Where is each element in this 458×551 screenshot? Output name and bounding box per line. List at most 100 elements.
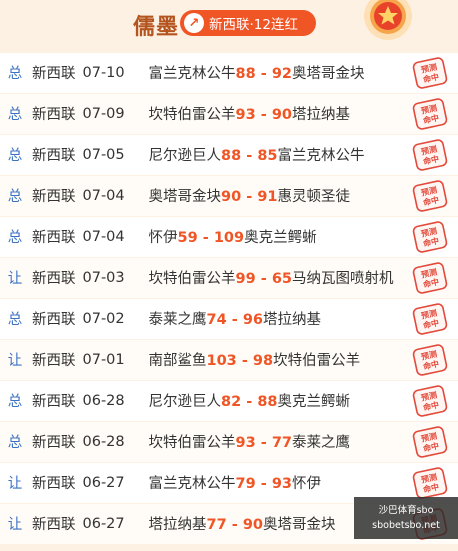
away-team: 塔拉纳基 — [263, 312, 321, 329]
list-item[interactable]: 总新西联 07-04 怀伊59 - 109奥克兰鳄蜥 预测 命中 — [0, 217, 458, 257]
score-separator: - — [255, 66, 272, 83]
match-date: 07-09 — [82, 105, 125, 122]
score-separator: - — [226, 312, 243, 329]
home-team: 泰莱之鹰 — [148, 312, 207, 329]
list-item[interactable]: 让新西联 07-03 坎特伯雷公羊99 - 65马纳瓦图喷射机 预测 命中 — [0, 258, 458, 298]
prediction-list: 总新西联 07-10 富兰克林公牛88 - 92奥塔哥金块 预测 命中总新西联 07-09… — [0, 53, 458, 545]
league-label: 新西联 — [32, 230, 76, 247]
away-team: 马纳瓦图喷射机 — [292, 271, 394, 288]
score-separator: - — [197, 230, 214, 247]
bet-type-label: 总 — [7, 435, 23, 452]
streak-badge: ↗ 新西联·12连红 — [180, 10, 316, 36]
home-score: 79 — [235, 476, 256, 493]
bet-type-label: 总 — [7, 230, 23, 247]
league-label: 新西联 — [32, 435, 76, 452]
away-score: 88 — [257, 394, 278, 411]
header: 儒墨 ↗ 新西联·12连红 — [0, 0, 458, 50]
away-team: 泰莱之鹰 — [292, 435, 350, 452]
home-team: 坎特伯雷公羊 — [148, 435, 236, 452]
home-team: 奥塔哥金块 — [148, 189, 222, 206]
score-separator: - — [255, 107, 272, 124]
away-score: 92 — [271, 66, 292, 83]
match-date: 06-28 — [82, 433, 125, 450]
list-item[interactable]: 总新西联 07-05 尼尔逊巨人88 - 85富兰克林公牛 预测 命中 — [0, 135, 458, 175]
score-separator: - — [255, 435, 272, 452]
away-score: 77 — [271, 435, 292, 452]
away-score: 91 — [257, 189, 278, 206]
league-label: 新西联 — [32, 517, 76, 534]
home-score: 99 — [235, 271, 256, 288]
home-team: 坎特伯雷公羊 — [148, 271, 236, 288]
away-score: 90 — [271, 107, 292, 124]
league-label: 新西联 — [32, 66, 76, 83]
match-summary: 富兰克林公牛79 - 93怀伊 — [149, 472, 322, 493]
score-separator: - — [255, 476, 272, 493]
away-team: 奥塔哥金块 — [292, 66, 365, 83]
score-separator: - — [241, 148, 258, 165]
match-date: 06-27 — [82, 474, 125, 491]
medal-star-icon — [364, 0, 412, 40]
match-date: 07-01 — [82, 351, 125, 368]
away-team: 塔拉纳基 — [292, 107, 350, 124]
league-label: 新西联 — [32, 271, 76, 288]
away-score: 85 — [257, 148, 278, 165]
score-separator: - — [255, 271, 272, 288]
bet-type-label: 总 — [7, 394, 23, 411]
bet-type-label: 让 — [7, 476, 23, 493]
list-item[interactable]: 总新西联 06-28 坎特伯雷公羊93 - 77泰莱之鹰 预测 命中 — [0, 422, 458, 462]
match-summary: 尼尔逊巨人82 - 88奥克兰鳄蜥 — [149, 390, 351, 411]
home-score: 77 — [206, 517, 227, 534]
score-separator: - — [236, 353, 253, 370]
match-date: 06-27 — [82, 515, 125, 532]
list-item[interactable]: 总新西联 07-04 奥塔哥金块90 - 91惠灵顿圣徒 预测 命中 — [0, 176, 458, 216]
match-date: 07-04 — [82, 187, 125, 204]
hit-stamp-icon: 预测命中 — [412, 344, 448, 376]
hit-stamp-icon: 预测命中 — [412, 426, 448, 458]
home-team: 富兰克林公牛 — [148, 66, 236, 83]
league-label: 新西联 — [32, 312, 76, 329]
match-summary: 坎特伯雷公羊99 - 65马纳瓦图喷射机 — [149, 267, 394, 288]
away-score: 98 — [252, 353, 274, 370]
away-score: 93 — [271, 476, 292, 493]
match-summary: 富兰克林公牛88 - 92奥塔哥金块 — [149, 62, 365, 83]
match-summary: 泰莱之鹰74 - 96塔拉纳基 — [149, 308, 322, 329]
home-team: 塔拉纳基 — [148, 517, 207, 534]
home-score: 59 — [177, 230, 198, 247]
away-score: 65 — [271, 271, 292, 288]
away-team: 富兰克林公牛 — [277, 148, 365, 165]
league-label: 新西联 — [32, 107, 76, 124]
list-item[interactable]: 总新西联 07-02 泰莱之鹰74 - 96塔拉纳基 预测 命中 — [0, 299, 458, 339]
bet-type-label: 总 — [7, 189, 23, 206]
away-team: 怀伊 — [292, 476, 321, 493]
home-score: 82 — [221, 394, 242, 411]
match-summary: 坎特伯雷公羊93 - 77泰莱之鹰 — [149, 431, 351, 452]
home-score: 93 — [235, 107, 256, 124]
home-score: 88 — [235, 66, 256, 83]
match-summary: 怀伊59 - 109奥克兰鳄蜥 — [149, 226, 317, 247]
home-score: 74 — [206, 312, 227, 329]
away-team: 惠灵顿圣徒 — [277, 189, 351, 206]
match-date: 07-03 — [82, 269, 125, 286]
expert-name: 儒墨 — [133, 15, 180, 40]
list-item[interactable]: 总新西联 06-28 尼尔逊巨人82 - 88奥克兰鳄蜥 预测 命中 — [0, 381, 458, 421]
match-summary: 塔拉纳基77 - 90奥塔哥金块 — [149, 513, 336, 534]
league-label: 新西联 — [32, 189, 76, 206]
bet-type-label: 总 — [7, 66, 23, 83]
hit-stamp-icon: 预测命中 — [412, 57, 448, 89]
bet-type-label: 总 — [7, 312, 23, 329]
match-summary: 坎特伯雷公羊93 - 90塔拉纳基 — [149, 103, 351, 124]
away-team: 奥塔哥金块 — [263, 517, 336, 534]
watermark: 沙巴体育sbo sbobetsbo.net — [354, 497, 458, 539]
league-label: 新西联 — [32, 394, 76, 411]
home-score: 90 — [221, 189, 242, 206]
list-item[interactable]: 让新西联 07-01 南部鲨鱼103 - 98坎特伯雷公羊 预测 命中 — [0, 340, 458, 380]
list-item[interactable]: 总新西联 07-09 坎特伯雷公羊93 - 90塔拉纳基 预测 命中 — [0, 94, 458, 134]
league-label: 新西联 — [32, 476, 76, 493]
match-date: 06-28 — [82, 392, 125, 409]
streak-badge-label: 新西联·12连红 — [209, 17, 298, 33]
away-team: 奥克兰鳄蜥 — [244, 230, 317, 247]
hit-stamp-icon: 预测命中 — [412, 98, 448, 130]
list-item[interactable]: 总新西联 07-10 富兰克林公牛88 - 92奥塔哥金块 预测 命中 — [0, 53, 458, 93]
hit-stamp-icon: 预测命中 — [412, 303, 448, 335]
hit-stamp-icon: 预测命中 — [412, 385, 448, 417]
